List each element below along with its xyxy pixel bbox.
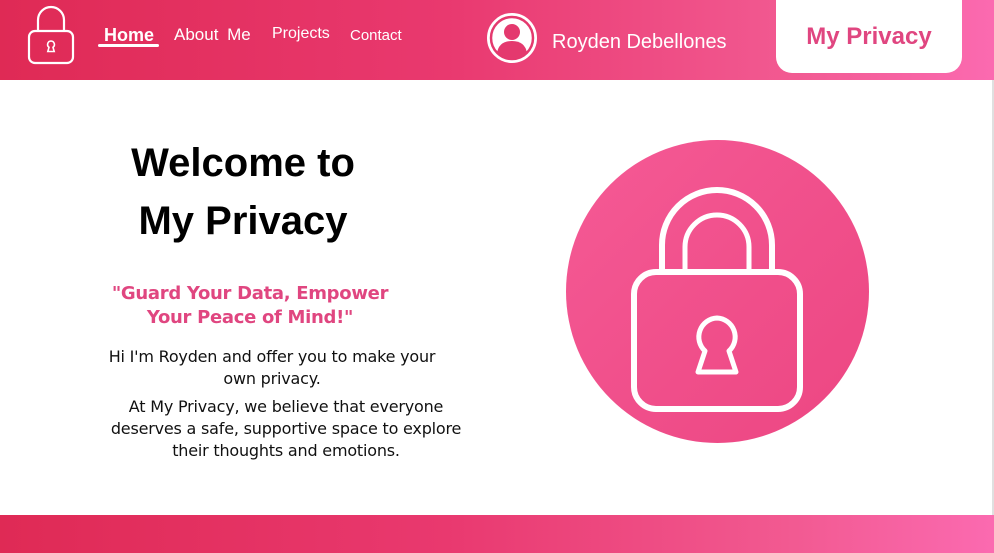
nav-about-link[interactable]: About Me bbox=[174, 25, 251, 45]
nav-home-link[interactable]: Home bbox=[104, 25, 154, 46]
hero-about-text: At My Privacy, we believe that everyone … bbox=[110, 397, 462, 460]
footer-bar bbox=[0, 515, 994, 553]
hero-title: Welcome to My Privacy bbox=[100, 134, 386, 250]
lock-logo-icon[interactable] bbox=[26, 4, 76, 66]
nav-projects-link[interactable]: Projects bbox=[272, 25, 330, 43]
user-name: Royden Debellones bbox=[552, 31, 727, 53]
active-nav-underline bbox=[98, 44, 159, 47]
user-avatar-icon[interactable] bbox=[486, 12, 538, 64]
hero-tagline: "Guard Your Data, Empower Your Peace of … bbox=[111, 283, 389, 328]
hero-intro-text: Hi I'm Royden and offer you to make your… bbox=[108, 347, 436, 388]
hero-title-line-1: Welcome to bbox=[131, 141, 355, 185]
my-privacy-button[interactable]: My Privacy bbox=[776, 0, 962, 73]
hero-title-line-2: My Privacy bbox=[138, 199, 348, 243]
hero-lock-icon bbox=[566, 140, 869, 443]
nav-contact-link[interactable]: Contact bbox=[350, 27, 402, 44]
header-bar: Home About Me Projects Contact Royden De… bbox=[0, 0, 994, 80]
